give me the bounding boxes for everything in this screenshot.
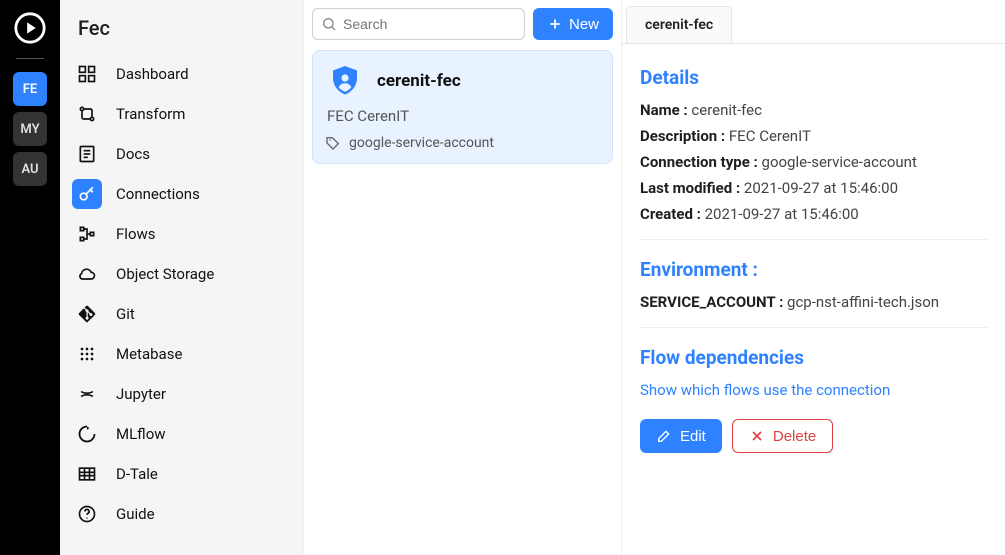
sidebar-item-label: D-Tale [116,465,158,483]
sidebar-item-label: Connections [116,185,200,203]
search-icon [321,16,337,32]
sidebar-item-metabase[interactable]: Metabase [60,334,303,374]
new-button-label: New [569,16,599,33]
search-input-wrapper[interactable] [312,8,525,40]
transform-icon [72,99,102,129]
pencil-icon [656,428,672,444]
rail-divider [16,58,44,59]
sidebar-item-dashboard[interactable]: Dashboard [60,54,303,94]
tag-icon [325,135,341,151]
environment-heading: Environment : [640,258,987,281]
sidebar-item-dtale[interactable]: D-Tale [60,454,303,494]
connection-card-title: cerenit-fec [377,71,461,91]
dashboard-icon [72,59,102,89]
field-created: Created : 2021-09-27 at 15:46:00 [640,205,987,223]
git-icon [72,299,102,329]
details-heading: Details [640,66,987,89]
field-service-account: SERVICE_ACCOUNT : gcp-nst-affini-tech.js… [640,293,987,311]
sidebar-item-label: Object Storage [116,265,214,283]
sidebar-item-label: Guide [116,505,155,523]
edit-button-label: Edit [680,428,706,445]
sidebar-item-guide[interactable]: Guide [60,494,303,534]
plus-icon [547,16,563,32]
sidebar-item-label: Jupyter [116,385,166,403]
sidebar-item-transform[interactable]: Transform [60,94,303,134]
sidebar-item-label: Metabase [116,345,182,363]
show-flow-deps-link[interactable]: Show which flows use the connection [640,381,987,399]
sidebar-item-connections[interactable]: Connections [60,174,303,214]
mlflow-icon [72,419,102,449]
divider [640,239,987,240]
connections-list-panel: New cerenit-fec FEC CerenIT google-servi… [304,0,622,555]
field-name: Name : cerenit-fec [640,101,987,119]
workspace-badge-my[interactable]: MY [13,112,47,146]
workspace-badge-fe[interactable]: FE [13,72,47,106]
x-icon [749,428,765,444]
sidebar-item-mlflow[interactable]: MLflow [60,414,303,454]
divider [640,327,987,328]
sidebar-item-docs[interactable]: Docs [60,134,303,174]
sidebar-item-label: Dashboard [116,65,189,83]
field-description: Description : FEC CerenIT [640,127,987,145]
workspace-rail: FE MY AU [0,0,60,555]
shield-user-icon [325,61,365,101]
sidebar-item-label: Flows [116,225,156,243]
field-connection-type: Connection type : google-service-account [640,153,987,171]
sidebar-item-label: Git [116,305,135,323]
jupyter-icon [72,379,102,409]
workspace-badge-au[interactable]: AU [13,152,47,186]
field-last-modified: Last modified : 2021-09-27 at 15:46:00 [640,179,987,197]
tab-bar: cerenit-fec [622,0,1005,44]
connection-card-subtitle: FEC CerenIT [327,107,600,125]
sidebar-item-flows[interactable]: Flows [60,214,303,254]
new-button[interactable]: New [533,8,613,40]
search-input[interactable] [343,16,516,32]
flows-icon [72,219,102,249]
delete-button[interactable]: Delete [732,419,833,453]
sidebar-item-jupyter[interactable]: Jupyter [60,374,303,414]
sidebar-item-object-storage[interactable]: Object Storage [60,254,303,294]
tab-connection[interactable]: cerenit-fec [626,6,732,43]
delete-button-label: Delete [773,428,816,445]
metabase-icon [72,339,102,369]
connection-card[interactable]: cerenit-fec FEC CerenIT google-service-a… [312,50,613,164]
connection-card-tag: google-service-account [349,135,494,151]
sidebar-item-label: MLflow [116,425,166,443]
flow-deps-heading: Flow dependencies [640,346,987,369]
sidebar-title: Fec [60,10,303,54]
docs-icon [72,139,102,169]
cloud-icon [72,259,102,289]
key-icon [72,179,102,209]
edit-button[interactable]: Edit [640,419,722,453]
sidebar-item-label: Docs [116,145,150,163]
detail-panel: cerenit-fec Details Name : cerenit-fec D… [622,0,1005,555]
sidebar-item-label: Transform [116,105,185,123]
dtale-icon [72,459,102,489]
sidebar: Fec Dashboard Transform Docs Connections… [60,0,304,555]
help-icon [72,499,102,529]
sidebar-item-git[interactable]: Git [60,294,303,334]
app-logo [12,10,48,46]
